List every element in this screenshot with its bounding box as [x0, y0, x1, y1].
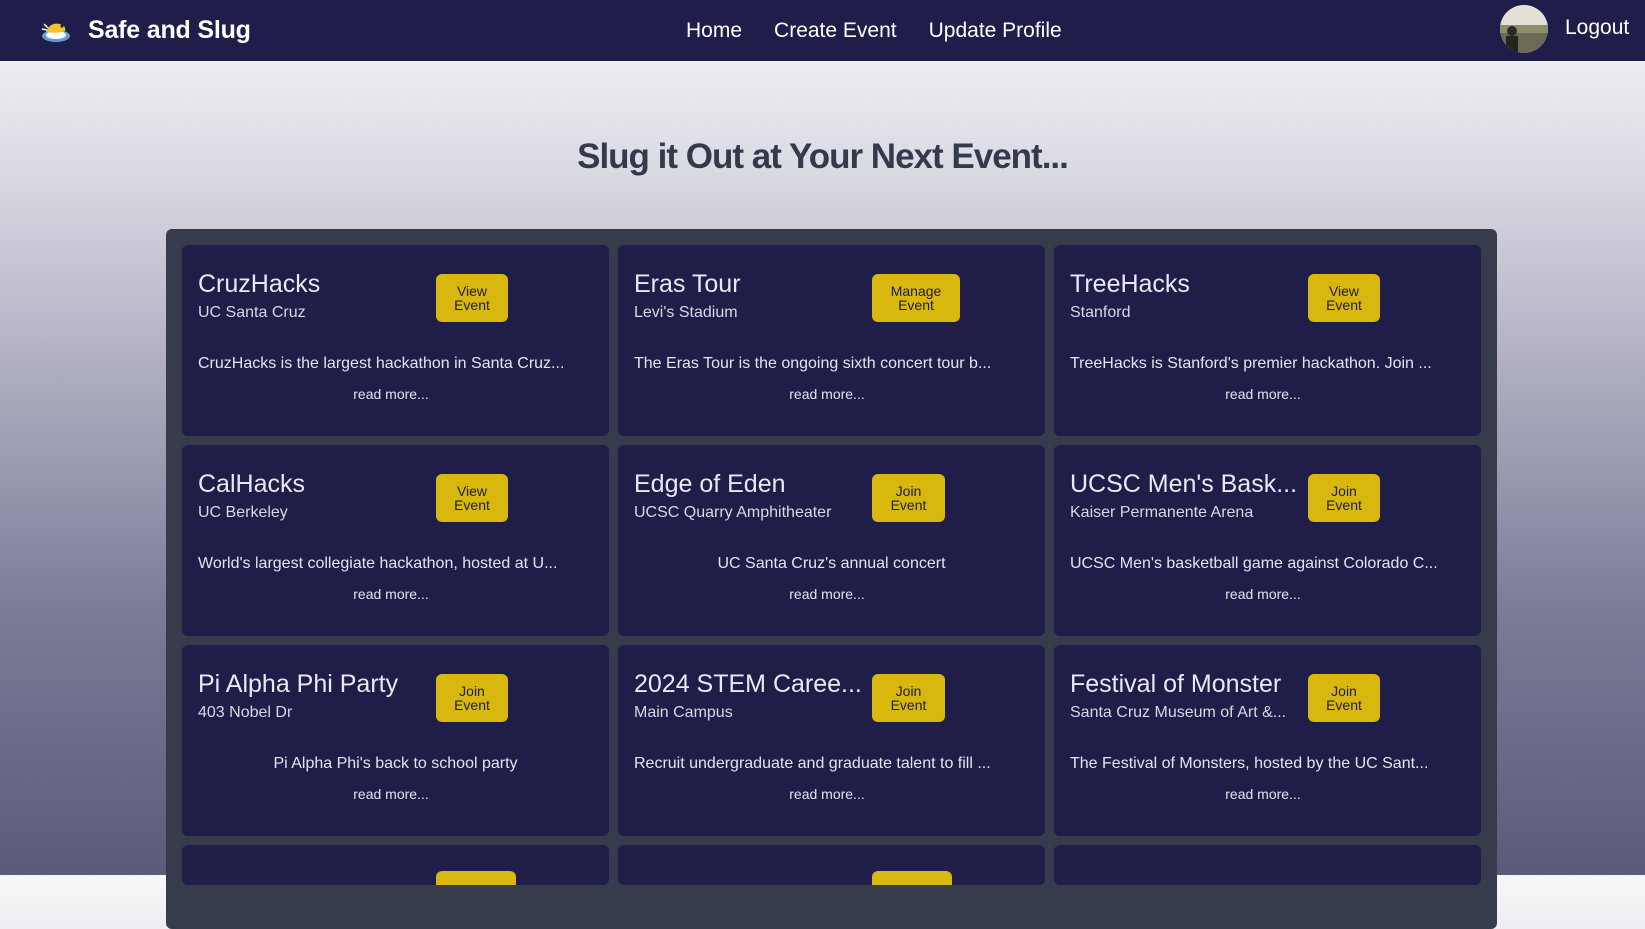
event-card-partial	[182, 845, 609, 885]
event-card-cruzhacks: CruzHacks UC Santa Cruz View Event CruzH…	[182, 245, 609, 436]
event-location: Levi's Stadium	[634, 304, 738, 321]
event-location: 403 Nobel Dr	[198, 704, 293, 721]
event-button-partial[interactable]	[872, 871, 952, 885]
event-card-edge-of-eden: Edge of Eden UCSC Quarry Amphitheater Jo…	[618, 445, 1045, 636]
view-event-button[interactable]: View Event	[436, 274, 508, 322]
join-event-button[interactable]: Join Event	[436, 674, 508, 722]
join-event-button[interactable]: Join Event	[872, 474, 945, 522]
event-title: Festival of Monster	[1070, 670, 1282, 698]
read-more-link[interactable]: read more...	[1054, 586, 1472, 602]
event-description: World's largest collegiate hackathon, ho…	[198, 555, 558, 572]
manage-event-button[interactable]: Manage Event	[872, 274, 960, 322]
event-card-treehacks: TreeHacks Stanford View Event TreeHacks …	[1054, 245, 1481, 436]
logout-link[interactable]: Logout	[1565, 16, 1629, 40]
user-avatar-icon[interactable]	[1500, 5, 1548, 53]
events-panel: CruzHacks UC Santa Cruz View Event CruzH…	[166, 229, 1497, 929]
event-button-partial[interactable]	[436, 871, 516, 885]
event-card-partial	[1054, 845, 1481, 885]
nav-create-event-link[interactable]: Create Event	[774, 19, 897, 43]
event-location: Main Campus	[634, 704, 733, 721]
view-event-button[interactable]: View Event	[1308, 274, 1380, 322]
nav-home-link[interactable]: Home	[686, 19, 742, 43]
event-description: Recruit undergraduate and graduate talen…	[634, 755, 991, 772]
brand-name: Safe and Slug	[88, 15, 251, 44]
read-more-link[interactable]: read more...	[1054, 386, 1472, 402]
read-more-link[interactable]: read more...	[618, 386, 1036, 402]
event-location: UC Berkeley	[198, 504, 288, 521]
page-title: Slug it Out at Your Next Event...	[577, 137, 1069, 176]
event-description: UC Santa Cruz's annual concert	[717, 555, 946, 572]
event-location: UCSC Quarry Amphitheater	[634, 504, 832, 521]
read-more-link[interactable]: read more...	[182, 786, 600, 802]
top-navbar: Safe and Slug Home Create Event Update P…	[0, 0, 1645, 61]
event-title: Pi Alpha Phi Party	[198, 670, 399, 698]
event-description: CruzHacks is the largest hackathon in Sa…	[198, 355, 565, 372]
event-card-calhacks: CalHacks UC Berkeley View Event World's …	[182, 445, 609, 636]
read-more-link[interactable]: read more...	[1054, 786, 1472, 802]
read-more-link[interactable]: read more...	[182, 386, 600, 402]
read-more-link[interactable]: read more...	[618, 586, 1036, 602]
nav-update-profile-link[interactable]: Update Profile	[929, 19, 1062, 43]
event-card-partial	[618, 845, 1045, 885]
event-title: 2024 STEM Caree...	[634, 670, 862, 698]
event-card-festival-of-monster: Festival of Monster Santa Cruz Museum of…	[1054, 645, 1481, 836]
event-title: UCSC Men's Bask...	[1070, 470, 1298, 498]
event-card-eras-tour: Eras Tour Levi's Stadium Manage Event Th…	[618, 245, 1045, 436]
event-description: UCSC Men's basketball game against Color…	[1070, 555, 1438, 572]
event-description: The Eras Tour is the ongoing sixth conce…	[634, 355, 992, 372]
event-title: Edge of Eden	[634, 470, 786, 498]
event-description: The Festival of Monsters, hosted by the …	[1070, 755, 1429, 772]
event-location: UC Santa Cruz	[198, 304, 306, 321]
event-location: Santa Cruz Museum of Art &...	[1070, 704, 1287, 721]
event-location: Stanford	[1070, 304, 1131, 321]
event-card-pi-alpha-phi-party: Pi Alpha Phi Party 403 Nobel Dr Join Eve…	[182, 645, 609, 836]
join-event-button[interactable]: Join Event	[1308, 474, 1380, 522]
join-event-button[interactable]: Join Event	[872, 674, 945, 722]
read-more-link[interactable]: read more...	[618, 786, 1036, 802]
event-location: Kaiser Permanente Arena	[1070, 504, 1254, 521]
slug-logo-icon	[38, 12, 74, 48]
event-title: Eras Tour	[634, 270, 741, 298]
event-card-stem-career-fair: 2024 STEM Caree... Main Campus Join Even…	[618, 645, 1045, 836]
event-description: Pi Alpha Phi's back to school party	[273, 755, 518, 772]
nav-links: Home Create Event Update Profile	[686, 0, 1062, 61]
join-event-button[interactable]: Join Event	[1308, 674, 1380, 722]
read-more-link[interactable]: read more...	[182, 586, 600, 602]
view-event-button[interactable]: View Event	[436, 474, 508, 522]
event-title: CalHacks	[198, 470, 305, 498]
event-description: TreeHacks is Stanford's premier hackatho…	[1070, 355, 1432, 372]
event-card-ucsc-mens-basketball: UCSC Men's Bask... Kaiser Permanente Are…	[1054, 445, 1481, 636]
event-title: CruzHacks	[198, 270, 321, 298]
brand[interactable]: Safe and Slug	[38, 12, 251, 48]
event-title: TreeHacks	[1070, 270, 1190, 298]
